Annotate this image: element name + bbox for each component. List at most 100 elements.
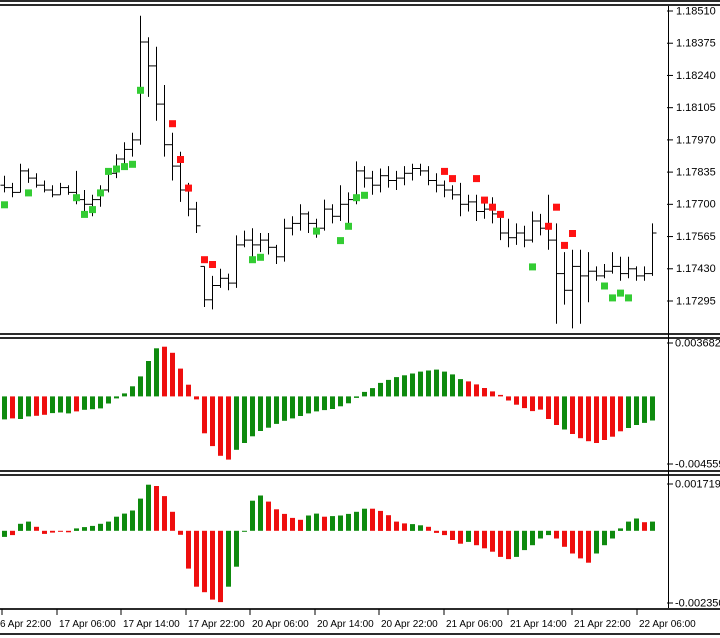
histogram-bar: [402, 523, 407, 531]
chart-canvas[interactable]: 1.18510 1.18375 1.18240 1.18105 1.17970 1.178…: [0, 0, 720, 638]
down-signal-square-icon: [177, 156, 184, 163]
up-signal-square-icon: [617, 289, 624, 297]
histogram-bar: [186, 384, 191, 397]
histogram-bar: [250, 396, 255, 437]
histogram-bar: [146, 484, 151, 531]
time-axis-label: 22 Apr 06:00: [639, 619, 696, 630]
histogram-bar: [274, 509, 279, 531]
histogram-bar: [194, 530, 199, 587]
histogram-bar: [362, 391, 367, 397]
histogram-bar: [266, 396, 271, 428]
up-signal-square-icon: [625, 294, 632, 302]
down-signal-square-icon: [489, 203, 496, 211]
histogram-bar: [10, 530, 15, 536]
histogram-bar: [154, 486, 159, 531]
histogram-bar: [282, 396, 287, 421]
histogram-bar: [642, 522, 647, 531]
histogram-bar: [538, 396, 543, 410]
down-signal-square-icon: [449, 175, 456, 183]
histogram-bar: [522, 530, 527, 551]
up-signal-square-icon: [609, 294, 616, 302]
histogram-bar: [122, 513, 127, 531]
histogram-bar: [106, 521, 111, 531]
histogram-bar: [218, 396, 223, 456]
time-axis-label: 21 Apr 06:00: [446, 619, 503, 630]
histogram-bar: [66, 396, 71, 414]
histogram-bar: [642, 396, 647, 423]
histogram-bar: [34, 526, 39, 531]
price-axis-label: 1.17430: [676, 263, 716, 275]
histogram-bar: [98, 523, 103, 531]
histogram-bar: [354, 396, 359, 398]
histogram-bar: [18, 523, 23, 531]
histogram-bar: [546, 530, 551, 536]
histogram-bar: [42, 396, 47, 415]
price-axis-label: 1.17700: [676, 199, 716, 211]
histogram-bar: [554, 396, 559, 425]
histogram-bar: [170, 511, 175, 531]
histogram-bar: [90, 396, 95, 410]
histogram-bar: [186, 530, 191, 569]
histogram-bar: [234, 530, 239, 567]
histogram-bar: [378, 382, 383, 397]
histogram-bar: [442, 530, 447, 536]
histogram-bar: [346, 513, 351, 531]
histogram-bar: [578, 530, 583, 559]
histogram-bar: [210, 530, 215, 600]
histogram-bar: [346, 396, 351, 404]
histogram-bar: [322, 396, 327, 411]
histogram-bar: [578, 396, 583, 439]
histogram-bar: [418, 371, 423, 397]
down-signal-square-icon: [209, 261, 216, 268]
trading-chart-window: 1.18510 1.18375 1.18240 1.18105 1.17970 1.178…: [0, 0, 720, 638]
time-axis-label: 20 Apr 14:00: [317, 619, 374, 630]
histogram-bar: [298, 519, 303, 531]
histogram-bar: [250, 500, 255, 531]
up-signal-square-icon: [257, 253, 264, 261]
histogram-bar: [370, 388, 375, 397]
up-signal-square-icon: [25, 189, 32, 197]
price-axis-label: 1.18510: [676, 5, 716, 17]
histogram-bar: [274, 396, 279, 424]
histogram-bar: [402, 375, 407, 397]
histogram-bar: [514, 396, 519, 405]
histogram-bar: [338, 396, 343, 407]
histogram-bar: [426, 370, 431, 397]
histogram-bar: [650, 521, 655, 531]
histogram-bar: [466, 381, 471, 397]
ohlc-bars: [0, 15, 657, 329]
histogram-bar: [474, 530, 479, 546]
histogram-bar: [58, 396, 63, 413]
histogram-bar: [554, 530, 559, 539]
histogram-bar: [482, 388, 487, 397]
histogram-bar: [178, 368, 183, 397]
up-signal-square-icon: [1, 201, 8, 209]
up-signal-square-icon: [337, 237, 344, 245]
histogram-bar: [410, 524, 415, 531]
histogram-bar: [562, 530, 567, 547]
up-signal-square-icon: [73, 194, 80, 202]
down-signal-square-icon: [481, 196, 488, 204]
histogram-bar: [82, 527, 87, 531]
histogram-bar: [490, 391, 495, 397]
histogram-bar: [506, 530, 511, 560]
histogram-bar: [570, 396, 575, 434]
histogram-bar: [514, 530, 519, 557]
histogram-bar: [242, 396, 247, 443]
up-signal-square-icon: [137, 86, 144, 94]
histogram-bar: [106, 396, 111, 404]
price-axis-label: 1.18375: [676, 38, 716, 50]
histogram-bar: [538, 530, 543, 539]
time-axis-label: 20 Apr 06:00: [252, 619, 309, 630]
up-signal-square-icon: [353, 194, 360, 202]
price-axis-label: 1.17565: [676, 231, 716, 243]
down-signal-square-icon: [441, 167, 448, 175]
histogram-bar: [474, 384, 479, 397]
up-signal-square-icon: [345, 222, 352, 230]
histogram-bar: [226, 530, 231, 587]
histogram-bar: [442, 371, 447, 397]
up-signal-square-icon: [249, 256, 256, 264]
price-axis-label: 1.17970: [676, 134, 716, 146]
down-signal-square-icon: [185, 184, 192, 192]
histogram-bar: [218, 530, 223, 603]
